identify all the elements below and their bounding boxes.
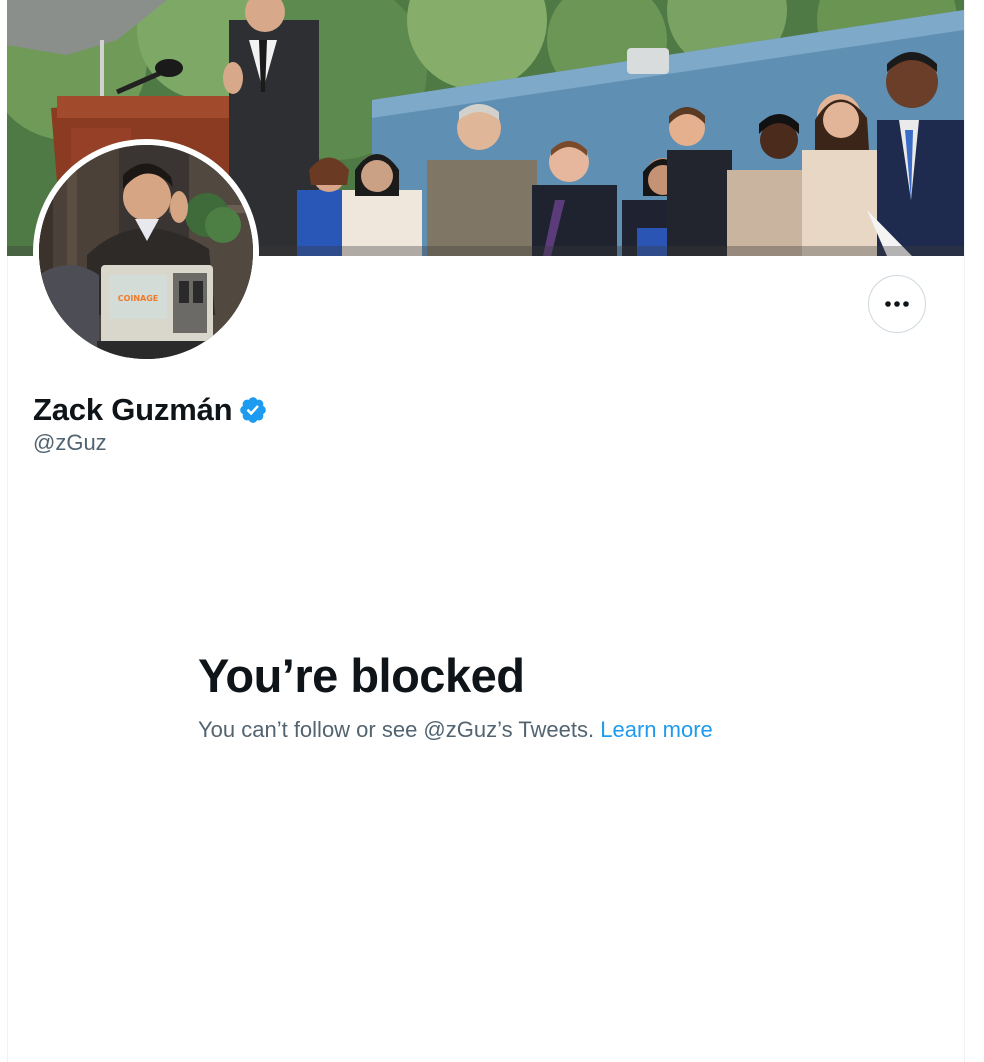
profile-handle: @zGuz: [33, 430, 107, 455]
blocked-notice: You’re blocked You can’t follow or see @…: [198, 648, 818, 744]
blocked-description: You can’t follow or see @zGuz’s Tweets. …: [198, 716, 818, 744]
more-horizontal-icon: [885, 301, 909, 307]
avatar-image: COINAGE: [39, 145, 253, 359]
avatar-screen-text: COINAGE: [118, 294, 159, 303]
blocked-message: You can’t follow or see @zGuz’s Tweets.: [198, 717, 595, 742]
verified-badge-icon[interactable]: [238, 395, 268, 425]
learn-more-link[interactable]: Learn more: [600, 717, 713, 742]
blocked-title: You’re blocked: [198, 649, 525, 702]
more-options-button[interactable]: [868, 275, 926, 333]
profile-avatar[interactable]: COINAGE: [33, 139, 259, 365]
display-name: Zack Guzmán: [33, 392, 233, 427]
profile-name-row: Zack Guzmán: [33, 390, 268, 430]
